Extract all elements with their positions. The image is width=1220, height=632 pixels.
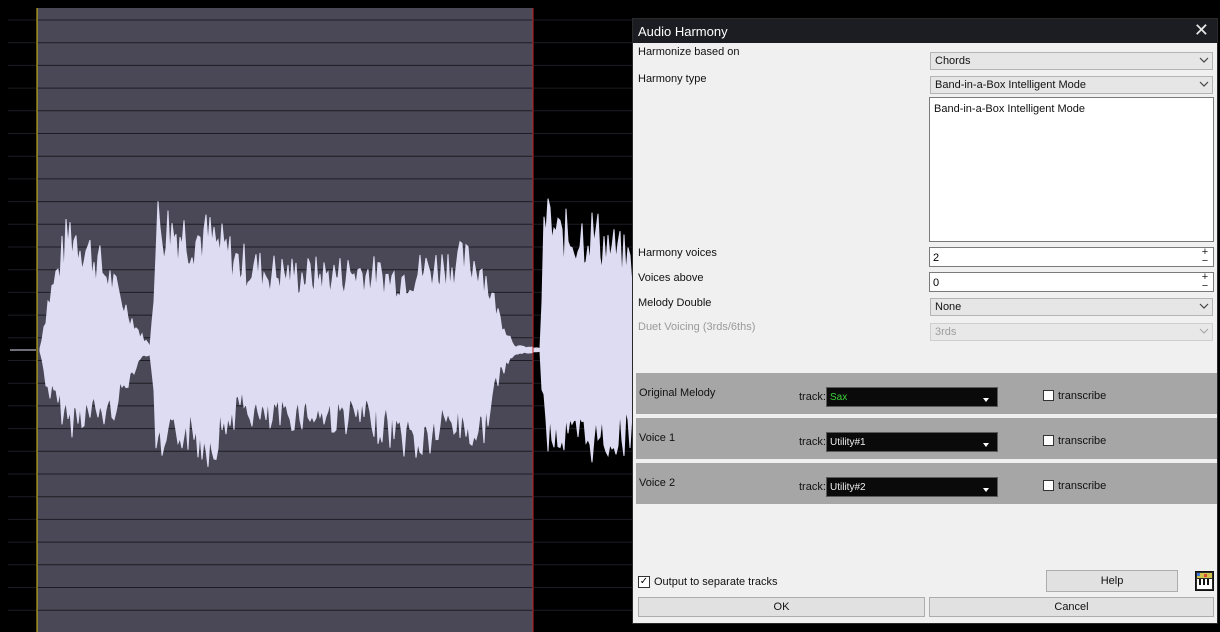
track-row-original-melody: Original Melody track: Sax transcribe [636,373,1217,414]
chevron-down-icon [1199,81,1209,87]
output-separate-tracks-label: Output to separate tracks [654,576,778,588]
decrement-icon[interactable]: − [1199,281,1211,292]
harmony-type-label: Harmony type [638,73,707,85]
transcribe-checkbox[interactable] [1043,390,1054,401]
voices-above-label: Voices above [638,272,704,284]
ok-button[interactable]: OK [638,597,925,617]
dialog-title: Audio Harmony [638,24,728,39]
harmony-description-box: Band-in-a-Box Intelligent Mode [929,97,1214,242]
duet-voicing-select: 3rds [930,323,1213,341]
duet-voicing-label: Duet Voicing (3rds/6ths) [638,321,756,333]
harmony-voices-spinner[interactable]: 2 + − [929,247,1214,267]
track-row-name: Original Melody [639,387,716,399]
chevron-down-icon [1199,57,1209,63]
harmony-voices-label: Harmony voices [638,247,717,259]
audio-harmony-dialog: Audio Harmony ✕ Harmonize based on Chord… [632,18,1218,624]
duet-voicing-value: 3rds [935,326,957,338]
harmony-description-text: Band-in-a-Box Intelligent Mode [934,103,1086,115]
dropdown-arrow-icon [983,488,989,492]
harmony-voices-stepper[interactable]: + − [1199,247,1211,267]
piano-keyboard-icon[interactable] [1195,571,1214,591]
cancel-button[interactable]: Cancel [929,597,1214,617]
transcribe-label: transcribe [1058,390,1107,402]
transcribe-label: transcribe [1058,435,1107,447]
track-select-value: Utility#2 [830,482,866,493]
harmonize-based-on-label: Harmonize based on [638,46,740,58]
transcribe-label: transcribe [1058,480,1107,492]
track-select-value: Sax [830,392,848,403]
track-row-voice-1: Voice 1 track: Utility#1 transcribe [636,418,1217,459]
help-button[interactable]: Help [1046,570,1178,592]
close-icon[interactable]: ✕ [1194,20,1209,41]
voices-above-value: 0 [933,277,940,289]
track-prefix-label: track: [799,391,826,403]
harmonize-based-on-value: Chords [935,55,971,67]
chevron-down-icon [1199,303,1209,309]
melody-double-select[interactable]: None [930,298,1213,316]
melody-double-label: Melody Double [638,297,712,309]
track-select[interactable]: Sax [826,387,998,407]
harmonize-based-on-select[interactable]: Chords [930,52,1213,70]
output-separate-tracks-checkbox[interactable]: ✓ [638,576,650,588]
track-row-name: Voice 2 [639,477,676,489]
track-row-voice-2: Voice 2 track: Utility#2 transcribe [636,463,1217,504]
transcribe-checkbox[interactable] [1043,480,1054,491]
harmony-voices-value: 2 [933,252,940,264]
dropdown-arrow-icon [983,443,989,447]
harmony-type-value: Band-in-a-Box Intelligent Mode [935,79,1087,91]
melody-double-value: None [935,301,962,313]
voices-above-spinner[interactable]: 0 + − [929,272,1214,292]
track-prefix-label: track: [799,436,826,448]
voices-above-stepper[interactable]: + − [1199,272,1211,292]
dropdown-arrow-icon [983,398,989,402]
track-select[interactable]: Utility#2 [826,477,998,497]
chevron-down-icon [1199,328,1209,334]
track-select[interactable]: Utility#1 [826,432,998,452]
track-select-value: Utility#1 [830,437,866,448]
dialog-titlebar[interactable]: Audio Harmony ✕ [633,19,1217,43]
harmony-type-select[interactable]: Band-in-a-Box Intelligent Mode [930,76,1213,94]
track-row-name: Voice 1 [639,432,676,444]
transcribe-checkbox[interactable] [1043,435,1054,446]
track-prefix-label: track: [799,481,826,493]
decrement-icon[interactable]: − [1199,256,1211,267]
